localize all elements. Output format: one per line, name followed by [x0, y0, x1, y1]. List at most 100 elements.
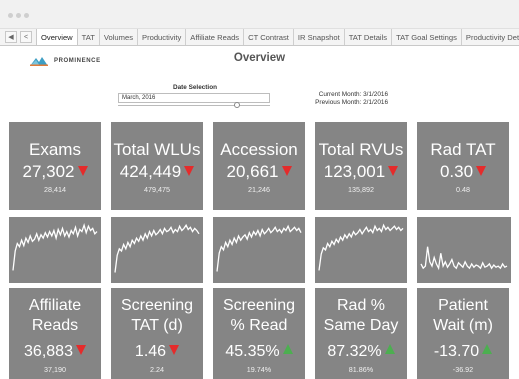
kpi-previous-value: 81.86%: [348, 365, 374, 374]
kpi-tile-screening-tat-d-[interactable]: Screening TAT (d) 1.46 2.24: [111, 288, 203, 379]
sparkline-tile[interactable]: [315, 217, 407, 283]
trend-down-icon: [281, 166, 292, 176]
kpi-value: 1.46: [111, 343, 203, 361]
date-selection-field[interactable]: March, 2016: [118, 93, 270, 103]
kpi-title: Rad TAT: [430, 140, 496, 159]
window-dot-icon: [8, 13, 13, 18]
trend-up-icon: [384, 344, 395, 354]
month-info: Current Month: 3/1/2016 Previous Month: …: [300, 91, 388, 107]
tab-ct-contrast[interactable]: CT Contrast: [244, 29, 294, 45]
kpi-previous-value: 479,475: [144, 185, 170, 194]
kpi-title: Exams: [29, 140, 81, 159]
kpi-value: 36,883: [9, 343, 101, 361]
tab-tat-details[interactable]: TAT Details: [345, 29, 393, 45]
kpi-title-line: Patient: [438, 297, 488, 314]
kpi-title: Patient Wait (m): [417, 296, 509, 336]
kpi-title-line: Screening: [120, 297, 194, 314]
kpi-title-line: Same Day: [323, 317, 399, 334]
tab-ir-snapshot[interactable]: IR Snapshot: [294, 29, 345, 45]
sparkline-line: [216, 224, 302, 272]
tab-productivity-details[interactable]: Productivity Details: [462, 29, 519, 45]
sparkline-chart: [12, 223, 98, 271]
page-title: Overview: [233, 52, 286, 64]
kpi-title: Total WLUs: [113, 140, 201, 159]
tab-tat[interactable]: TAT: [78, 29, 100, 45]
kpi-tile-patient-wait-m-[interactable]: Patient Wait (m) -13.70 -36.92: [417, 288, 509, 379]
trend-down-icon: [77, 166, 88, 176]
kpi-value-text: 0.30: [439, 162, 474, 181]
kpi-value-text: 87.32%: [327, 343, 382, 360]
kpi-value-text: 45.35%: [225, 343, 280, 360]
kpi-tile-accession[interactable]: Accession 20,661 21,246: [213, 122, 305, 210]
kpi-value-text: 27,302: [22, 162, 75, 181]
previous-month-text: Previous Month: 2/1/2016: [315, 99, 388, 106]
kpi-tile-exams[interactable]: Exams 27,302 28,414: [9, 122, 101, 210]
kpi-tile-affiliate-reads[interactable]: Affiliate Reads 36,883 37,190: [9, 288, 101, 379]
tab-volumes[interactable]: Volumes: [100, 29, 139, 45]
sparkline-tile[interactable]: [111, 217, 203, 283]
kpi-previous-value: 135,892: [348, 185, 374, 194]
kpi-tile-screening-read[interactable]: Screening % Read 45.35% 19.74%: [213, 288, 305, 379]
trend-down-icon: [184, 166, 195, 176]
kpi-value-text: 123,001: [323, 162, 386, 181]
tab-scroll-left-icon[interactable]: ◀: [5, 31, 17, 43]
kpi-value: 123,001: [315, 162, 407, 182]
sparkline-chart: [420, 246, 508, 271]
kpi-title: Screening TAT (d): [111, 296, 203, 336]
tab-affiliate-reads[interactable]: Affiliate Reads: [186, 29, 245, 45]
window-dot-icon: [16, 13, 21, 18]
sparkline-chart: [318, 223, 404, 271]
kpi-tile-total-wlus[interactable]: Total WLUs 424,449 479,475: [111, 122, 203, 210]
kpi-value: 424,449: [111, 162, 203, 182]
kpi-previous-value: 28,414: [44, 185, 66, 194]
kpi-title-line: Screening: [222, 297, 296, 314]
kpi-previous-value: 2.24: [150, 365, 164, 374]
kpi-value: 87.32%: [315, 343, 407, 361]
kpi-title: Affiliate Reads: [9, 296, 101, 336]
kpi-previous-value: 19.74%: [246, 365, 272, 374]
dashboard-tab-bar: ◀ < Overview TAT Volumes Productivity Affili…: [0, 29, 519, 46]
trend-down-icon: [75, 345, 86, 355]
kpi-value: -13.70: [417, 343, 509, 361]
tab-previous-icon[interactable]: <: [20, 31, 32, 43]
tab-overview[interactable]: Overview: [36, 29, 78, 45]
kpi-title: Rad % Same Day: [315, 296, 407, 336]
sparkline-line: [12, 223, 98, 271]
sparkline-line: [420, 246, 508, 271]
kpi-title-line: % Read: [230, 317, 288, 334]
trend-up-icon: [282, 344, 293, 354]
kpi-value: 45.35%: [213, 343, 305, 361]
date-slider-track[interactable]: [118, 105, 270, 106]
sparkline-tile[interactable]: [213, 217, 305, 283]
kpi-value: 20,661: [213, 162, 305, 182]
trend-down-icon: [388, 166, 399, 176]
kpi-value-text: -13.70: [433, 343, 480, 360]
kpi-tile-rad-tat[interactable]: Rad TAT 0.30 0.48: [417, 122, 509, 210]
kpi-value-text: 1.46: [134, 343, 167, 360]
kpi-title: Screening % Read: [213, 296, 305, 336]
kpi-previous-value: 37,190: [44, 365, 66, 374]
date-slider-handle[interactable]: [233, 102, 240, 108]
kpi-value-text: 20,661: [226, 162, 279, 181]
kpi-value-text: 424,449: [119, 162, 182, 181]
sparkline-chart: [216, 224, 302, 272]
kpi-tile-total-rvus[interactable]: Total RVUs 123,001 135,892: [315, 122, 407, 210]
trend-up-icon: [482, 344, 493, 354]
window-titlebar: [0, 0, 519, 29]
dashboard-canvas: PROMINENCE Overview Date Selection March…: [0, 46, 519, 379]
kpi-tile-rad-same-day[interactable]: Rad % Same Day 87.32% 81.86%: [315, 288, 407, 379]
kpi-title-line: Affiliate: [28, 297, 82, 314]
tab-productivity[interactable]: Productivity: [138, 29, 187, 45]
sparkline-tile[interactable]: [9, 217, 101, 283]
tab-tat-goal-settings[interactable]: TAT Goal Settings: [392, 29, 462, 45]
kpi-value: 0.30: [417, 162, 509, 182]
sparkline-line: [114, 223, 200, 273]
kpi-title-line: Reads: [31, 317, 79, 334]
sparkline-tile[interactable]: [417, 217, 511, 283]
date-selection-label: Date Selection: [172, 84, 218, 91]
kpi-title: Total RVUs: [318, 140, 404, 159]
kpi-title-line: Rad %: [336, 297, 386, 314]
kpi-value: 27,302: [9, 162, 101, 182]
kpi-title-line: TAT (d): [131, 317, 183, 334]
kpi-previous-value: -36.92: [452, 365, 474, 374]
